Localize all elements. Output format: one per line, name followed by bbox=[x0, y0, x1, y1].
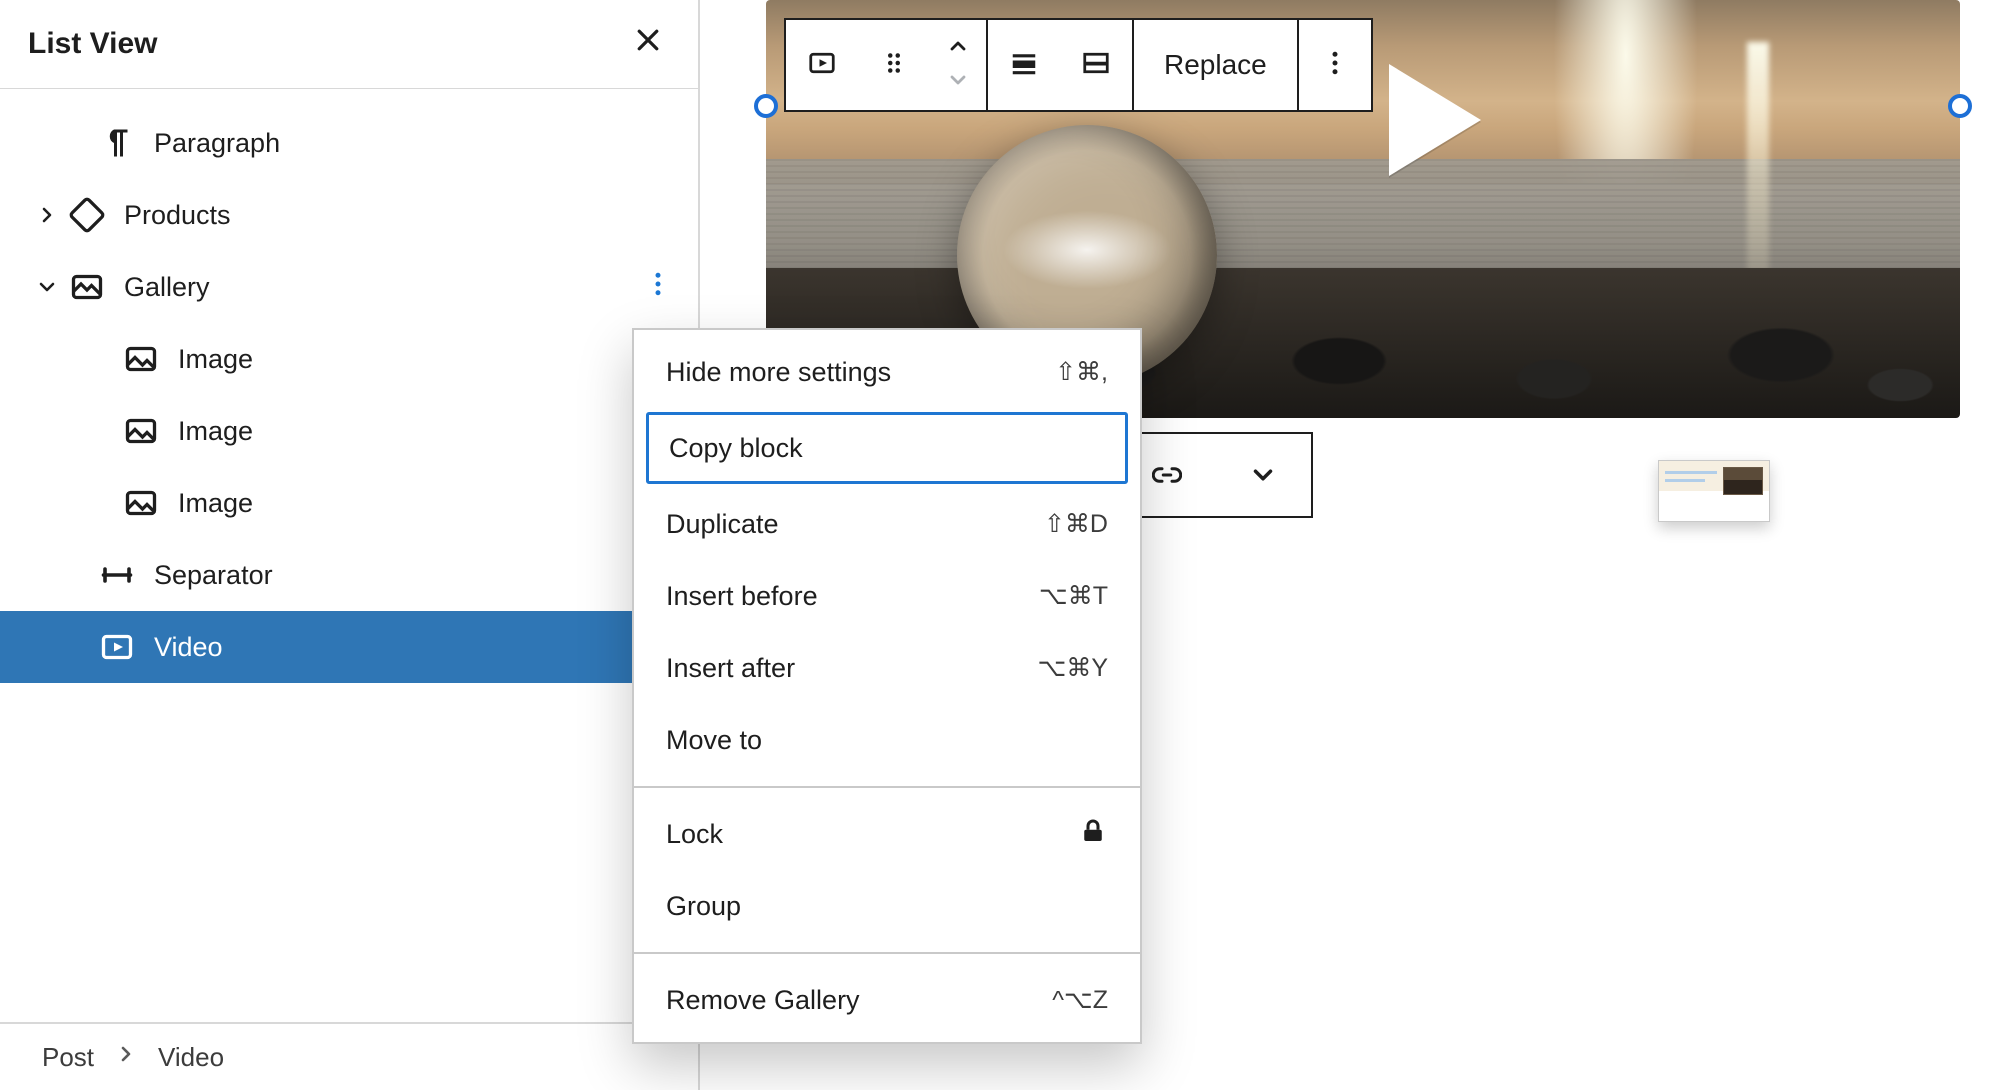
replace-button[interactable]: Replace bbox=[1134, 20, 1297, 110]
block-toolbar: Replace bbox=[784, 18, 1373, 112]
more-text-options-button[interactable] bbox=[1215, 434, 1311, 516]
list-view-panel: List View Paragraph Products bbox=[0, 0, 700, 1090]
more-vertical-icon bbox=[1320, 48, 1350, 83]
menu-item-label: Move to bbox=[666, 725, 762, 756]
list-view-title: List View bbox=[28, 27, 158, 61]
video-block-icon bbox=[807, 48, 837, 83]
products-icon bbox=[64, 197, 110, 233]
menu-item-shortcut: ⇧⌘D bbox=[1044, 509, 1108, 539]
list-view-header: List View bbox=[0, 0, 698, 89]
menu-item-label: Insert before bbox=[666, 581, 818, 612]
link-icon bbox=[1152, 460, 1182, 490]
menu-item-shortcut: ⇧⌘, bbox=[1055, 357, 1108, 387]
tree-item-label: Gallery bbox=[110, 272, 210, 303]
block-options-button[interactable] bbox=[1299, 20, 1371, 110]
play-icon bbox=[1389, 64, 1481, 176]
resize-handle-right[interactable] bbox=[1948, 94, 1972, 118]
block-options-menu: Hide more settings ⇧⌘, Copy block Duplic… bbox=[632, 328, 1142, 1044]
tree-item-label: Image bbox=[164, 488, 253, 519]
image-icon bbox=[118, 485, 164, 521]
tree-item-image[interactable]: Image bbox=[0, 323, 698, 395]
drag-icon bbox=[879, 48, 909, 83]
tree-item-label: Video bbox=[140, 632, 223, 663]
drag-handle[interactable] bbox=[858, 20, 930, 110]
menu-item-duplicate[interactable]: Duplicate ⇧⌘D bbox=[634, 488, 1140, 560]
tree-item-paragraph[interactable]: Paragraph bbox=[0, 107, 698, 179]
tree-item-separator[interactable]: Separator bbox=[0, 539, 698, 611]
menu-item-shortcut: ⌥⌘T bbox=[1039, 581, 1108, 611]
menu-item-label: Copy block bbox=[669, 433, 803, 464]
chevron-down-icon[interactable] bbox=[30, 275, 64, 299]
tree-item-video[interactable]: Video bbox=[0, 611, 698, 683]
menu-item-lock[interactable]: Lock bbox=[634, 798, 1140, 870]
breadcrumb: Post Video bbox=[0, 1022, 700, 1090]
page-minimap[interactable] bbox=[1658, 460, 1770, 522]
menu-item-insert-before[interactable]: Insert before ⌥⌘T bbox=[634, 560, 1140, 632]
move-up-button[interactable] bbox=[946, 35, 970, 61]
more-vertical-icon bbox=[643, 269, 673, 306]
menu-item-move-to[interactable]: Move to bbox=[634, 704, 1140, 776]
chevron-down-icon bbox=[946, 68, 970, 97]
move-buttons bbox=[930, 20, 986, 110]
resize-handle-left[interactable] bbox=[754, 94, 778, 118]
content-width-button[interactable] bbox=[1060, 20, 1132, 110]
replace-label: Replace bbox=[1164, 49, 1267, 81]
image-icon bbox=[118, 341, 164, 377]
image-icon bbox=[118, 413, 164, 449]
close-list-view-button[interactable] bbox=[626, 22, 670, 66]
menu-item-label: Insert after bbox=[666, 653, 795, 684]
tree-item-products[interactable]: Products bbox=[0, 179, 698, 251]
tree-item-label: Paragraph bbox=[140, 128, 280, 159]
lock-icon bbox=[1078, 816, 1108, 853]
move-down-button[interactable] bbox=[946, 69, 970, 95]
menu-item-insert-after[interactable]: Insert after ⌥⌘Y bbox=[634, 632, 1140, 704]
menu-separator bbox=[634, 952, 1140, 954]
block-tree: Paragraph Products Gallery bbox=[0, 89, 698, 683]
menu-item-label: Remove Gallery bbox=[666, 985, 860, 1016]
block-type-button[interactable] bbox=[786, 20, 858, 110]
video-icon bbox=[94, 629, 140, 665]
separator-icon bbox=[94, 557, 140, 593]
paragraph-icon bbox=[94, 125, 140, 161]
menu-item-shortcut: ^⌥Z bbox=[1052, 985, 1108, 1015]
breadcrumb-current[interactable]: Video bbox=[158, 1042, 224, 1073]
tree-item-options-button[interactable] bbox=[640, 269, 676, 305]
tree-item-gallery[interactable]: Gallery bbox=[0, 251, 698, 323]
tree-item-label: Image bbox=[164, 416, 253, 447]
breadcrumb-root[interactable]: Post bbox=[42, 1042, 94, 1073]
chevron-down-icon bbox=[1248, 460, 1278, 490]
tree-item-label: Image bbox=[164, 344, 253, 375]
chevron-right-icon[interactable] bbox=[30, 203, 64, 227]
tree-item-image[interactable]: Image bbox=[0, 395, 698, 467]
tree-item-label: Products bbox=[110, 200, 231, 231]
menu-item-label: Lock bbox=[666, 819, 723, 850]
chevron-right-icon bbox=[114, 1042, 138, 1073]
menu-item-remove[interactable]: Remove Gallery ^⌥Z bbox=[634, 964, 1140, 1036]
menu-item-label: Hide more settings bbox=[666, 357, 891, 388]
align-button[interactable] bbox=[988, 20, 1060, 110]
menu-item-label: Group bbox=[666, 891, 741, 922]
menu-item-group[interactable]: Group bbox=[634, 870, 1140, 942]
tree-item-label: Separator bbox=[140, 560, 273, 591]
close-icon bbox=[633, 25, 663, 63]
menu-separator bbox=[634, 786, 1140, 788]
menu-item-hide-settings[interactable]: Hide more settings ⇧⌘, bbox=[634, 336, 1140, 408]
menu-item-shortcut: ⌥⌘Y bbox=[1038, 653, 1108, 683]
gallery-icon bbox=[64, 269, 110, 305]
content-width-icon bbox=[1081, 48, 1111, 83]
menu-item-copy-block[interactable]: Copy block bbox=[646, 412, 1128, 484]
chevron-up-icon bbox=[946, 34, 970, 63]
tree-item-image[interactable]: Image bbox=[0, 467, 698, 539]
menu-item-label: Duplicate bbox=[666, 509, 779, 540]
align-icon bbox=[1009, 48, 1039, 83]
